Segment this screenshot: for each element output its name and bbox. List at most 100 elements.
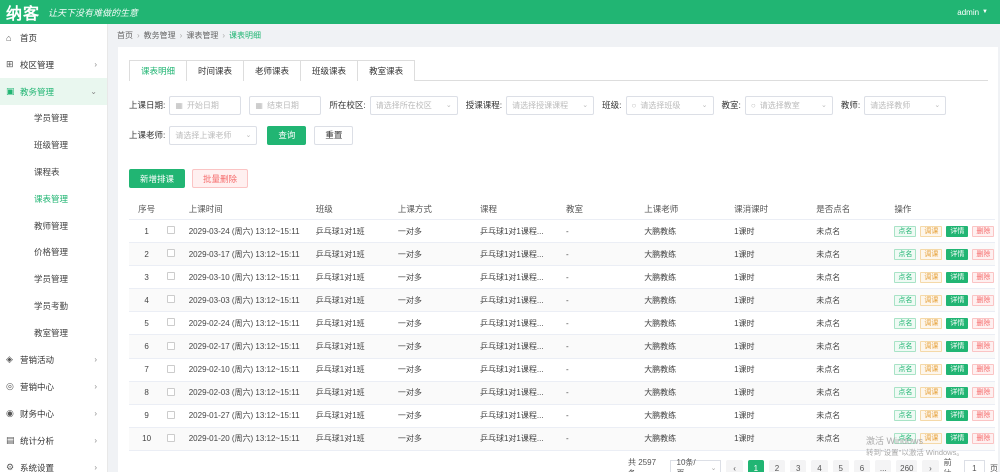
sidebar-item-marketing-center[interactable]: ◎ 营销中心 › <box>0 373 107 400</box>
detail-button[interactable]: 详情 <box>946 271 969 283</box>
row-checkbox[interactable] <box>167 318 176 327</box>
page-button-5[interactable]: 5 <box>832 459 849 472</box>
table-row[interactable]: 8 2029-02-03 (周六) 13:12~15:11 乒乓球1对1班 一对多 乒乓… <box>129 381 995 405</box>
page-button-2[interactable]: 2 <box>768 459 786 472</box>
sidebar-sub-item[interactable]: 学员管理 <box>0 266 107 293</box>
breadcrumb-item[interactable]: 首页 <box>117 30 133 41</box>
sidebar-sub-item[interactable]: 价格管理 <box>0 239 107 266</box>
delete-button[interactable]: 删除 <box>972 294 995 306</box>
sidebar-item-academic[interactable]: ▣ 教务管理 ⌄ <box>0 78 107 105</box>
detail-button[interactable]: 详情 <box>946 364 969 376</box>
sidebar-item-campus[interactable]: ⊞ 校区管理 › <box>0 51 107 78</box>
user-menu[interactable]: admin ▼ <box>957 8 988 17</box>
detail-button[interactable]: 详情 <box>946 317 969 329</box>
row-checkbox[interactable] <box>167 295 176 304</box>
row-checkbox[interactable] <box>167 226 176 235</box>
adjust-button[interactable]: 调课 <box>920 248 943 260</box>
row-checkbox[interactable] <box>167 341 176 350</box>
table-row[interactable]: 4 2029-03-03 (周六) 13:12~15:11 乒乓球1对1班 一对多 乒乓… <box>129 289 995 313</box>
detail-button[interactable]: 详情 <box>946 294 969 306</box>
table-row[interactable]: 2 2029-03-17 (周六) 13:12~15:11 乒乓球1对1班 一对多 乒乓… <box>129 243 995 267</box>
call-button[interactable]: 点名 <box>894 271 917 283</box>
end-date-input[interactable]: ▦ 结束日期 <box>249 95 322 115</box>
sidebar-sub-item[interactable]: 教师管理 <box>0 212 107 239</box>
tab-classroom-schedule[interactable]: 教室课表 <box>357 60 416 81</box>
row-checkbox[interactable] <box>167 387 176 396</box>
query-button[interactable]: 查询 <box>267 125 307 145</box>
sidebar-item-home[interactable]: ⌂ 首页 <box>0 24 107 51</box>
adjust-button[interactable]: 调课 <box>920 341 943 353</box>
row-checkbox[interactable] <box>167 364 176 373</box>
call-button[interactable]: 点名 <box>894 341 917 353</box>
detail-button[interactable]: 详情 <box>946 341 969 353</box>
tab-schedule-detail[interactable]: 课表明细 <box>129 60 188 81</box>
campus-select[interactable]: 请选择所在校区 ⌄ <box>369 95 458 115</box>
course-select[interactable]: 请选择授课课程 ⌄ <box>506 95 595 115</box>
delete-button[interactable]: 删除 <box>972 387 995 399</box>
page-button-last[interactable]: 260 <box>896 459 918 472</box>
call-button[interactable]: 点名 <box>894 225 917 237</box>
detail-button[interactable]: 详情 <box>946 410 969 422</box>
start-date-input[interactable]: ▦ 开始日期 <box>169 95 242 115</box>
table-row[interactable]: 5 2029-02-24 (周六) 13:12~15:11 乒乓球1对1班 一对多 乒乓… <box>129 312 995 336</box>
sidebar-sub-item[interactable]: 教室管理 <box>0 319 107 346</box>
table-row[interactable]: 9 2029-01-27 (周六) 13:12~15:11 乒乓球1对1班 一对多 乒乓… <box>129 405 995 428</box>
sidebar-item-marketing[interactable]: ◈ 营销活动 › <box>0 346 107 373</box>
delete-button[interactable]: 删除 <box>972 225 995 237</box>
sidebar-item-statistics[interactable]: ▤ 统计分析 › <box>0 427 107 454</box>
delete-button[interactable]: 删除 <box>972 364 995 376</box>
class-select[interactable]: ○ 请选择班级 ⌄ <box>625 95 714 115</box>
row-checkbox[interactable] <box>167 272 176 281</box>
page-button-1[interactable]: 1 <box>747 459 764 472</box>
delete-button[interactable]: 删除 <box>972 248 995 260</box>
call-button[interactable]: 点名 <box>894 364 917 376</box>
adjust-button[interactable]: 调课 <box>920 271 943 283</box>
sidebar-sub-item-active[interactable]: 课表管理 <box>0 185 107 212</box>
delete-button[interactable]: 删除 <box>972 317 995 329</box>
call-button[interactable]: 点名 <box>894 317 917 329</box>
brand-logo[interactable]: 纳客 <box>6 0 40 24</box>
tab-teacher-schedule[interactable]: 老师课表 <box>243 60 302 81</box>
breadcrumb-item[interactable]: 课表管理 <box>186 30 218 41</box>
call-button[interactable]: 点名 <box>894 387 917 399</box>
delete-button[interactable]: 删除 <box>972 410 995 422</box>
adjust-button[interactable]: 调课 <box>920 225 943 237</box>
add-schedule-button[interactable]: 新增排课 <box>129 169 186 188</box>
adjust-button[interactable]: 调课 <box>920 317 943 329</box>
lecturer-select[interactable]: 请选择上课老师 ⌄ <box>169 125 258 145</box>
table-row[interactable]: 7 2029-02-10 (周六) 13:12~15:11 乒乓球1对1班 一对多 乒乓… <box>129 359 995 382</box>
delete-button[interactable]: 删除 <box>972 341 995 353</box>
adjust-button[interactable]: 调课 <box>920 410 943 422</box>
adjust-button[interactable]: 调课 <box>920 387 943 399</box>
breadcrumb-item[interactable]: 教务管理 <box>144 30 176 41</box>
sidebar-sub-item[interactable]: 学员考勤 <box>0 293 107 320</box>
row-checkbox[interactable] <box>167 249 176 258</box>
classroom-select[interactable]: ○ 请选择教室 ⌄ <box>744 95 833 115</box>
tab-time-schedule[interactable]: 时间课表 <box>186 60 245 81</box>
table-row[interactable]: 6 2029-02-17 (周六) 13:12~15:11 乒乓球1对1班 一对多 乒乓… <box>129 335 995 359</box>
page-button-6[interactable]: 6 <box>853 459 871 472</box>
page-size-select[interactable]: 10条/页 ⌄ <box>669 458 722 472</box>
page-button-3[interactable]: 3 <box>790 459 807 472</box>
sidebar-sub-item[interactable]: 课程表 <box>0 159 107 186</box>
adjust-button[interactable]: 调课 <box>920 294 943 306</box>
call-button[interactable]: 点名 <box>894 294 917 306</box>
detail-button[interactable]: 详情 <box>946 387 969 399</box>
batch-delete-button[interactable]: 批量删除 <box>192 169 249 188</box>
teacher-select[interactable]: 请选择教师 ⌄ <box>864 95 947 115</box>
sidebar-sub-item[interactable]: 班级管理 <box>0 132 107 159</box>
row-checkbox[interactable] <box>167 410 176 419</box>
detail-button[interactable]: 详情 <box>946 225 969 237</box>
reset-button[interactable]: 重置 <box>314 125 354 145</box>
page-ellipsis[interactable]: ... <box>875 459 892 472</box>
sidebar-sub-item[interactable]: 学员管理 <box>0 105 107 132</box>
sidebar-item-settings[interactable]: ⚙ 系统设置 › <box>0 454 107 472</box>
table-row[interactable]: 1 2029-03-24 (周六) 13:12~15:11 乒乓球1对1班 一对多 乒乓… <box>129 220 995 244</box>
call-button[interactable]: 点名 <box>894 248 917 260</box>
row-checkbox[interactable] <box>167 433 176 442</box>
prev-page-button[interactable]: ‹ <box>726 459 743 472</box>
tab-class-schedule[interactable]: 班级课表 <box>300 60 359 81</box>
detail-button[interactable]: 详情 <box>946 248 969 260</box>
next-page-button[interactable]: › <box>922 459 939 472</box>
call-button[interactable]: 点名 <box>894 410 917 422</box>
